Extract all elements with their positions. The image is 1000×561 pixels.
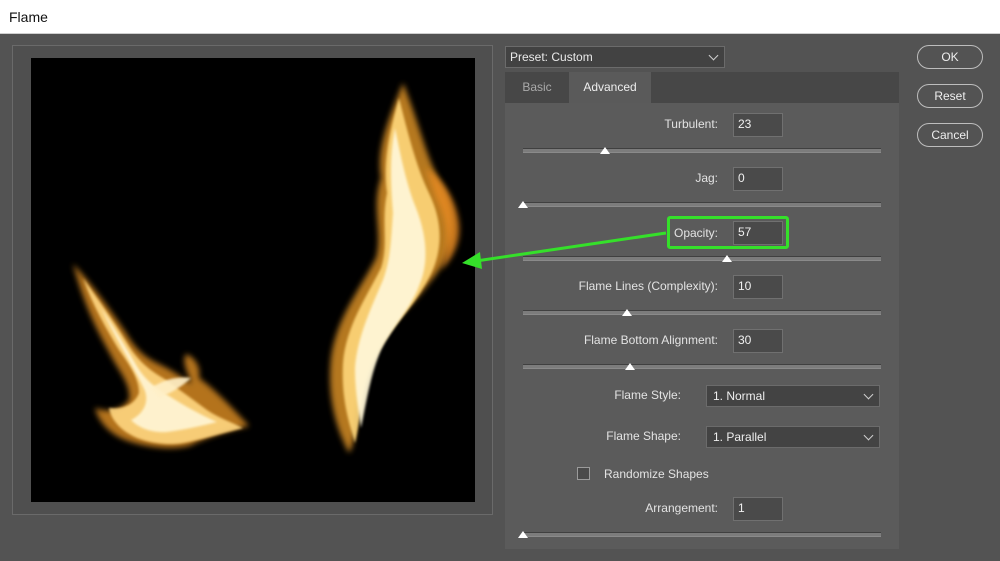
annotation-arrow-head bbox=[462, 252, 482, 269]
annotation-overlay bbox=[462, 231, 667, 269]
annotation-arrow-line bbox=[475, 231, 667, 263]
